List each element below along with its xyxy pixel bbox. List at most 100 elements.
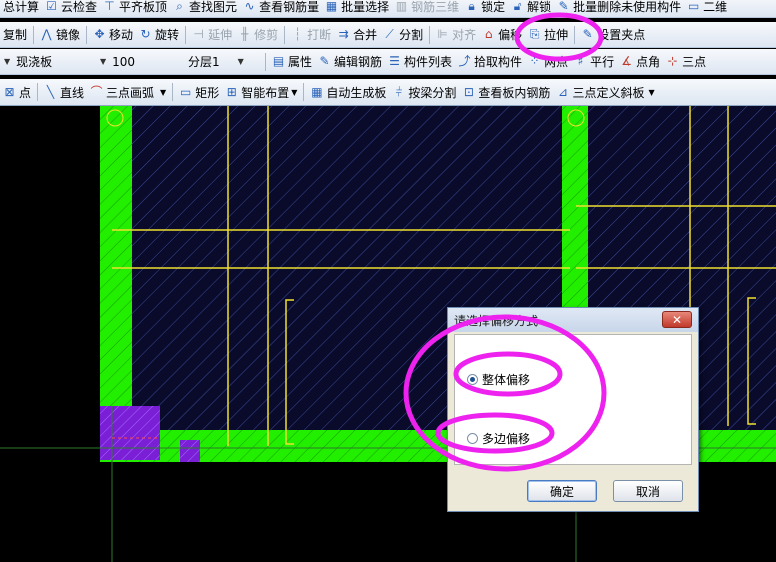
cloud-check-button[interactable]: ☑ 云检查 (42, 0, 100, 17)
find-element-button[interactable]: ⌕ 查找图元 (170, 0, 240, 17)
lock-button[interactable]: 🔒︎ 锁定 (462, 0, 508, 17)
component-name-select[interactable]: ▼ 100 (96, 52, 184, 72)
rectangle-icon: ▭ (180, 84, 192, 99)
point-button[interactable]: ⊠ 点 (0, 82, 34, 102)
chevron-down-icon: ▼ (648, 87, 655, 97)
chevron-down-icon: ▼ (237, 57, 244, 66)
split-beam-icon: ⫩ (395, 84, 403, 99)
option-whole-offset-label: 整体偏移 (482, 373, 531, 387)
point-angle-icon: ∡ (621, 54, 632, 68)
view-2d-button[interactable]: ▭ 二维 (684, 0, 730, 17)
cloud-check-icon: ☑ (46, 0, 57, 13)
toolbar-separator (37, 83, 39, 101)
rebar-icon: ∿ (244, 0, 255, 13)
unlock-button[interactable]: 🔓︎ 解锁 (508, 0, 554, 17)
2d-view-icon: ▭ (687, 0, 700, 13)
smart-layout-button[interactable]: ⊞ 智能布置 ▼ (222, 82, 300, 102)
stretch-button[interactable]: ⎘ 拉伸 (525, 25, 571, 45)
option-multi-edge-offset[interactable]: 多边偏移 (467, 430, 530, 447)
three-point-button[interactable]: ⊹ 三点 (663, 52, 709, 72)
extend-button[interactable]: ⊣ 延伸 (189, 25, 235, 45)
split-button[interactable]: ⟋ 分割 (380, 25, 426, 45)
auto-generate-slab-button[interactable]: ▦ 自动生成板 (307, 82, 389, 102)
ok-button[interactable]: 确定 (527, 480, 597, 502)
toolbar-separator (86, 25, 88, 44)
view-rebar-qty-button[interactable]: ∿ 查看钢筋量 (240, 0, 322, 17)
cancel-button[interactable]: 取消 (613, 480, 683, 502)
line-icon: ╲ (46, 84, 55, 99)
merge-button[interactable]: ⇉ 合并 (334, 25, 380, 45)
mirror-icon: ⋀ (41, 27, 52, 41)
toolbar-row-2: 复制 ⋀ 镜像 ✥ 移动 ↻ 旋转 ⊣ 延伸 ╫ 修剪 ┆ 打断 ⇉ 合并 ⟋ 分割 ⊫ 对齐 ⌂… (0, 22, 776, 48)
align-slab-top-button[interactable]: ⊤ 平齐板顶 (100, 0, 170, 17)
offset-button[interactable]: ⌂ 偏移 (479, 25, 525, 45)
grip-icon: ✎ (582, 27, 593, 41)
three-point-icon: ⊹ (667, 54, 678, 68)
properties-button[interactable]: ▤ 属性 (269, 52, 315, 72)
component-type-select[interactable]: ▼ 现浇板 (0, 52, 96, 72)
offset-icon: ⌂ (484, 27, 493, 41)
unlock-icon: 🔓︎ (513, 0, 522, 13)
rotate-button[interactable]: ↻ 旋转 (136, 25, 182, 45)
eraser-icon: ✎ (558, 0, 569, 13)
set-grip-button[interactable]: ✎ 设置夹点 (578, 25, 648, 45)
move-button[interactable]: ✥ 移动 (90, 25, 136, 45)
point-icon: ⊠ (4, 84, 15, 99)
batch-select-button[interactable]: ▦ 批量选择 (322, 0, 392, 17)
properties-icon: ▤ (272, 54, 285, 68)
merge-icon: ⇉ (338, 27, 349, 41)
list-icon: ☰ (389, 54, 400, 68)
rebar-3d-button[interactable]: ▥ 钢筋三维 (392, 0, 462, 17)
align-top-icon: ⊤ (104, 0, 115, 13)
toolbar-separator (303, 83, 305, 101)
option-multi-edge-offset-label: 多边偏移 (482, 432, 531, 446)
three-point-slope-button[interactable]: ⊿ 三点定义斜板 ▼ (553, 82, 657, 102)
toolbar-separator (574, 25, 576, 44)
three-point-arc-button[interactable]: ⌒ 三点画弧 ▼ (87, 82, 169, 102)
option-whole-offset[interactable]: 整体偏移 (467, 371, 530, 388)
align-icon: ⊫ (437, 27, 448, 41)
slab-rebar-icon: ⊡ (463, 84, 474, 99)
column-small[interactable] (180, 440, 200, 462)
extend-icon: ⊣ (193, 27, 204, 41)
parallel-button[interactable]: ♯ 平行 (571, 52, 617, 72)
toolbar-separator (284, 25, 286, 44)
dialog-title: 请选择偏移方式 (454, 313, 539, 328)
trim-button[interactable]: ╫ 修剪 (235, 25, 281, 45)
edit-rebar-button[interactable]: ✎ 编辑钢筋 (315, 52, 385, 72)
two-point-button[interactable]: ⁘ 两点 (525, 52, 571, 72)
rectangle-button[interactable]: ▭ 矩形 (176, 82, 222, 102)
line-button[interactable]: ╲ 直线 (41, 82, 87, 102)
point-angle-button[interactable]: ∡ 点角 (617, 52, 663, 72)
close-icon: ✕ (671, 312, 683, 327)
toolbar-row-3: ▼ 现浇板 ▼ 100 分层1 ▼ ▤ 属性 ✎ 编辑钢筋 ☰ 构件列表 ⤴ 拾取构件 ⁘ 两点… (0, 49, 776, 75)
break-button[interactable]: ┆ 打断 (288, 25, 334, 45)
align-button[interactable]: ⊫ 对齐 (433, 25, 479, 45)
radio-whole-offset[interactable] (467, 374, 478, 385)
rebar-3d-icon: ▥ (395, 0, 408, 13)
auto-slab-icon: ▦ (311, 84, 323, 99)
total-calc-button[interactable]: 总计算 (0, 0, 42, 17)
toolbar-separator (33, 25, 35, 44)
toolbar-separator (172, 83, 174, 101)
copy-button[interactable]: 复制 (0, 25, 30, 45)
layer-select[interactable]: 分层1 ▼ (184, 52, 262, 72)
pick-component-button[interactable]: ⤴ 拾取构件 (455, 52, 525, 72)
trim-icon: ╫ (240, 27, 249, 41)
batch-select-icon: ▦ (325, 0, 338, 13)
slope-icon: ⊿ (557, 84, 568, 99)
component-list-button[interactable]: ☰ 构件列表 (385, 52, 455, 72)
smart-layout-icon: ⊞ (226, 84, 237, 99)
view-slab-rebar-button[interactable]: ⊡ 查看板内钢筋 (459, 82, 553, 102)
arc-icon: ⌒ (90, 84, 103, 99)
chevron-down-icon: ▼ (4, 57, 11, 66)
column-corner[interactable] (100, 406, 160, 460)
batch-delete-unused-button[interactable]: ✎ 批量删除未使用构件 (554, 0, 684, 17)
toolbar-row-1: 总计算 ☑ 云检查 ⊤ 平齐板顶 ⌕ 查找图元 ∿ 查看钢筋量 ▦ 批量选择 ▥ 钢筋三维 … (0, 0, 776, 18)
mirror-button[interactable]: ⋀ 镜像 (37, 25, 83, 45)
close-button[interactable]: ✕ (662, 311, 692, 328)
radio-multi-edge-offset[interactable] (467, 433, 478, 444)
chevron-down-icon: ▼ (160, 87, 167, 97)
split-by-beam-button[interactable]: ⫩ 按梁分割 (389, 82, 459, 102)
pick-icon: ⤴ (458, 54, 471, 68)
